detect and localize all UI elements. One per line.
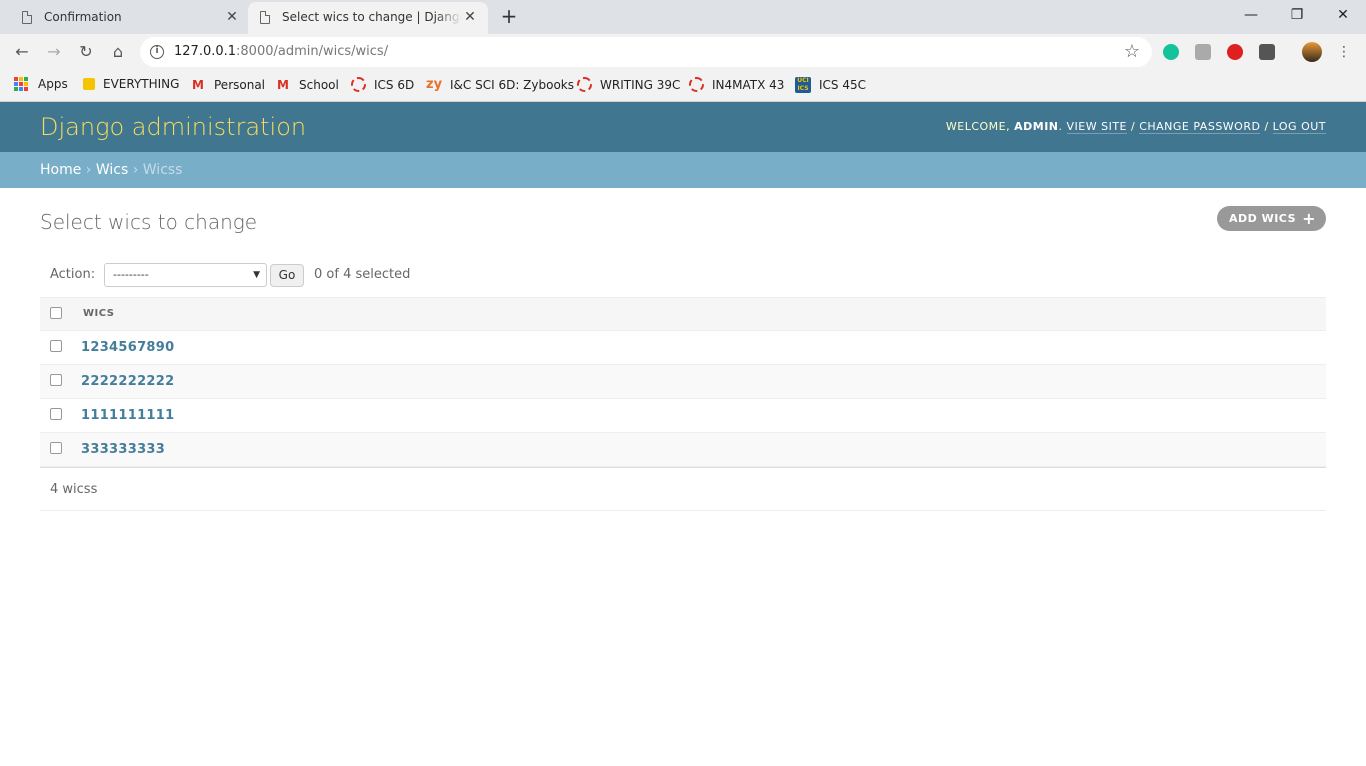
row-link[interactable]: 1111111111 [81, 408, 174, 423]
row-checkbox[interactable] [50, 340, 62, 352]
row-checkbox[interactable] [50, 374, 62, 386]
bookmark-everything[interactable]: EVERYTHING [83, 77, 179, 91]
bookmark-label: WRITING 39C [600, 77, 681, 92]
url-text: 127.0.0.1:8000/admin/wics/wics/ [174, 44, 389, 59]
gmail-icon: M [277, 78, 289, 92]
row-checkbox[interactable] [50, 408, 62, 420]
document-icon [22, 11, 32, 24]
canvas-icon [577, 77, 592, 92]
gmail-icon: M [192, 78, 204, 92]
table-header: WICS [40, 297, 1326, 331]
row-link[interactable]: 1234567890 [81, 340, 174, 355]
bookmark-label: Personal [214, 78, 266, 92]
dropdown-arrow-icon: ▼ [253, 270, 260, 280]
bookmarks-bar: Apps EVERYTHING M Personal M School ICS … [0, 70, 1366, 102]
tab-confirmation[interactable]: Confirmation ✕ [0, 2, 248, 34]
apps-grid-icon [14, 77, 28, 91]
view-site-link[interactable]: VIEW SITE [1066, 120, 1127, 134]
log-out-link[interactable]: LOG OUT [1272, 120, 1326, 134]
username: ADMIN [1014, 120, 1059, 133]
action-select[interactable]: --------- ▼ [104, 263, 267, 287]
bookmark-personal[interactable]: M Personal [190, 77, 265, 93]
new-tab-button[interactable]: + [495, 4, 523, 30]
row-link[interactable]: 333333333 [81, 442, 165, 457]
admin-header: Django administration WELCOME, ADMIN. VI… [0, 102, 1366, 152]
canvas-icon [351, 77, 366, 92]
bookmark-label: EVERYTHING [103, 77, 180, 91]
table-row: 333333333 [40, 433, 1326, 467]
bookmark-zybooks[interactable]: zy I&C SCI 6D: Zybooks [426, 77, 574, 93]
welcome-text: WELCOME, [945, 120, 1015, 133]
tab-title: Select wics to change | Django site admi… [282, 10, 462, 24]
table-row: 1234567890 [40, 331, 1326, 365]
tab-title: Confirmation [44, 10, 122, 24]
browser-tabstrip: Confirmation ✕ Select wics to change | D… [0, 0, 1366, 34]
results-table: WICS 1234567890 2222222222 1111111111 33… [40, 297, 1326, 467]
row-checkbox[interactable] [50, 442, 62, 454]
add-wics-label: ADD WICS [1228, 212, 1296, 225]
select-all-checkbox[interactable] [50, 307, 62, 319]
bookmark-label: I&C SCI 6D: Zybooks [450, 78, 574, 92]
home-icon[interactable]: ⌂ [106, 40, 130, 64]
uci-icon: UCI ICS [795, 77, 811, 93]
zybooks-icon: zy [426, 77, 443, 92]
window-close-button[interactable]: ✕ [1320, 0, 1366, 30]
table-row: 2222222222 [40, 365, 1326, 399]
row-link[interactable]: 2222222222 [81, 374, 174, 389]
bookmark-in4matx-43[interactable]: IN4MATX 43 [689, 77, 784, 92]
breadcrumb: Home › Wics › Wicss [0, 152, 1366, 188]
minimize-button[interactable]: — [1228, 0, 1274, 30]
action-selected-option: --------- [113, 268, 149, 281]
action-label: Action: [50, 267, 96, 282]
tab-select-wics[interactable]: Select wics to change | Django site admi… [248, 2, 488, 34]
info-icon[interactable]: i [150, 45, 164, 59]
reload-icon[interactable]: ↻ [74, 40, 98, 64]
bookmark-star-icon[interactable]: ☆ [1124, 41, 1140, 62]
back-icon[interactable]: ← [10, 40, 34, 64]
bookmark-label: School [299, 78, 339, 92]
add-wics-button[interactable]: ADD WICS + [1216, 206, 1326, 231]
selection-counter: 0 of 4 selected [314, 267, 411, 282]
bookmark-writing-39c[interactable]: WRITING 39C [577, 77, 680, 92]
close-icon[interactable]: ✕ [462, 9, 478, 25]
paginator: 4 wicss [40, 467, 1326, 511]
plus-icon: + [1302, 209, 1316, 228]
bookmark-label: IN4MATX 43 [712, 77, 785, 92]
extension-icon[interactable] [1259, 44, 1275, 60]
forward-icon[interactable]: → [42, 40, 66, 64]
bookmark-label: Apps [38, 77, 68, 91]
bookmark-ics-6d[interactable]: ICS 6D [351, 77, 414, 92]
profile-avatar[interactable] [1302, 42, 1322, 62]
change-password-link[interactable]: CHANGE PASSWORD [1139, 120, 1261, 134]
bookmark-label: ICS 6D [374, 77, 415, 92]
adblock-icon[interactable] [1227, 44, 1243, 60]
bookmark-ics-45c[interactable]: UCI ICS ICS 45C [795, 77, 866, 93]
breadcrumb-current: Wicss [142, 162, 183, 178]
breadcrumb-app[interactable]: Wics [96, 162, 128, 178]
close-icon[interactable]: ✕ [224, 9, 240, 25]
page-title: Select wics to change [40, 210, 258, 234]
column-header-wics[interactable]: WICS [83, 308, 114, 319]
breadcrumb-home[interactable]: Home [40, 162, 81, 178]
extension-icon[interactable] [1195, 44, 1211, 60]
menu-icon[interactable]: ⋮ [1332, 40, 1356, 64]
action-bar: Action: --------- ▼ Go 0 of 4 selected [40, 260, 1326, 290]
bookmark-apps[interactable]: Apps [14, 77, 68, 91]
maximize-button[interactable]: ❐ [1274, 0, 1320, 30]
go-button[interactable]: Go [270, 264, 304, 287]
canvas-icon [689, 77, 704, 92]
table-row: 1111111111 [40, 399, 1326, 433]
bookmark-school[interactable]: M School [275, 77, 339, 93]
site-branding[interactable]: Django administration [40, 113, 306, 141]
document-icon [260, 11, 270, 24]
folder-icon [83, 78, 95, 90]
address-bar[interactable]: i 127.0.0.1:8000/admin/wics/wics/ ☆ [140, 37, 1152, 67]
browser-toolbar: ← → ↻ ⌂ i 127.0.0.1:8000/admin/wics/wics… [0, 34, 1366, 70]
grammarly-icon[interactable] [1163, 44, 1179, 60]
user-tools: WELCOME, ADMIN. VIEW SITE / CHANGE PASSW… [945, 120, 1326, 134]
bookmark-label: ICS 45C [819, 78, 866, 92]
